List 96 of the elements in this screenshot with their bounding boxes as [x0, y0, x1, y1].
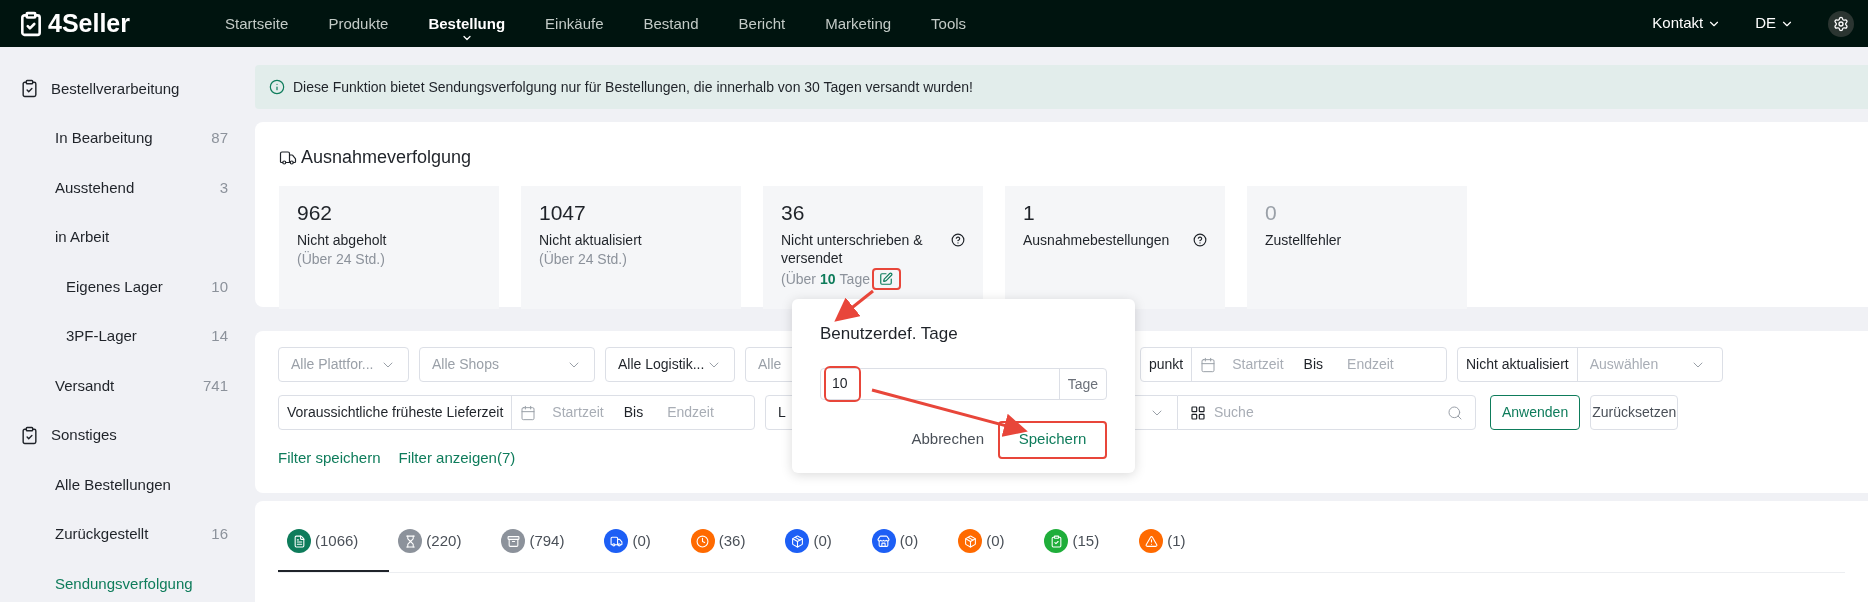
sidebar-group-title: Bestellverarbeitung	[51, 78, 180, 99]
nav-item[interactable]: Einkäufe	[545, 14, 604, 32]
status-tab[interactable]: (0)	[949, 527, 1036, 572]
save-button[interactable]: Speichern	[998, 420, 1107, 459]
days-field[interactable]: 10	[821, 365, 1059, 402]
annotation-arrow	[834, 289, 874, 322]
info-banner: Diese Funktion bietet Sendungsverfolgung nur für Bestellungen, die innerhalb von 30 Tagen versandt wurden!	[255, 65, 1868, 109]
nav-item[interactable]: Produkte	[328, 14, 389, 32]
status-tab[interactable]: (1066)	[278, 527, 390, 572]
stat-label: Ausnahmebestellungen	[1023, 231, 1170, 249]
settings-icon	[1833, 15, 1849, 32]
status-tab[interactable]: (220)	[389, 527, 493, 572]
unit-label: Tage	[1058, 368, 1106, 399]
nav-item[interactable]: Marketing	[825, 14, 892, 32]
status-tab[interactable]: (15)	[1035, 527, 1131, 572]
stat-value: 0	[1265, 200, 1278, 226]
end-placeholder: Endzeit	[1347, 355, 1394, 374]
sidebar-item[interactable]: Zurückgestellt 16	[0, 509, 255, 559]
field-label: Voraussichtliche früheste Lieferzeit	[279, 396, 513, 429]
day-count: 10	[820, 270, 836, 288]
reset-button[interactable]: Zurücksetzen	[1590, 395, 1679, 430]
stat-note: (Über	[781, 270, 816, 288]
stat-value: 962	[297, 200, 334, 226]
info-icon	[269, 79, 285, 95]
status-tab[interactable]: (794)	[492, 527, 596, 572]
popup-title: Benutzerdef. Tage	[820, 323, 959, 345]
item-count: 741	[202, 375, 228, 396]
field-label: Nicht aktualisiert	[1458, 348, 1578, 381]
item-count: 87	[211, 128, 228, 148]
edit-icon	[879, 272, 894, 286]
clipboard-icon	[20, 425, 39, 445]
sidebar-item[interactable]: 3PF-Lager 14	[0, 311, 255, 361]
stat-value: 1	[1023, 200, 1036, 226]
date-range-field[interactable]: punkt Startzeit Bis Endzeit	[1140, 347, 1447, 382]
stat-note: (Über 24 Std.)	[539, 250, 627, 268]
show-filter-link[interactable]: Filter anzeigen(7)	[398, 447, 516, 470]
sidebar-item[interactable]: Sendungsverfolgung	[0, 559, 255, 602]
stat-label: Nicht aktualisiert	[539, 231, 642, 249]
stat-value: 1047	[539, 200, 587, 226]
stat-card[interactable]: 36 Nicht unterschrieben & versendet (Über 10 Tage	[763, 186, 983, 309]
start-placeholder: Startzeit	[552, 403, 604, 422]
start-placeholder: Startzeit	[1232, 355, 1284, 374]
sidebar-item[interactable]: Versandt 741	[0, 361, 255, 411]
stat-card[interactable]: 0 Zustellfehler	[1247, 186, 1467, 309]
range-separator: Bis	[1303, 355, 1324, 374]
stat-card[interactable]: 1 Ausnahmebestellungen	[1005, 186, 1225, 309]
clipboard-icon	[20, 79, 39, 99]
apply-button[interactable]: Anwenden	[1490, 395, 1581, 430]
stat-label: Zustellfehler	[1265, 231, 1342, 249]
item-count: 16	[211, 524, 228, 544]
date-range-field[interactable]: Voraussichtliche früheste Lieferzeit Startzeit Bis Endzeit	[278, 395, 755, 430]
stat-card[interactable]: 1047 Nicht aktualisiert (Über 24 Std.)	[521, 186, 741, 309]
nav-item[interactable]: Bestand	[643, 14, 699, 32]
logo: 4Seller	[48, 7, 130, 39]
search-icon	[1447, 404, 1463, 421]
status-tab[interactable]: (0)	[776, 527, 863, 572]
nav-item[interactable]: Bestellung	[428, 14, 506, 32]
status-tab[interactable]: (1)	[1130, 527, 1217, 572]
range-separator: Bis	[623, 403, 644, 422]
language-menu[interactable]: DE	[1755, 12, 1794, 35]
select-field[interactable]: Nicht aktualisiert Auswählen	[1457, 347, 1723, 382]
stat-label: Nicht abgeholt	[297, 231, 387, 249]
nav-item[interactable]: Tools	[931, 14, 967, 32]
sidebar-item[interactable]: In Bearbeitung 87	[0, 113, 255, 163]
truck-icon	[279, 148, 297, 167]
save-filter-link[interactable]: Filter speichern	[278, 447, 381, 470]
stat-card[interactable]: 962 Nicht abgeholt (Über 24 Std.)	[279, 186, 499, 309]
day-unit: Tage	[839, 270, 870, 288]
item-count: 14	[211, 326, 228, 346]
grid-icon	[1190, 404, 1206, 421]
sidebar-group-title: Sonstiges	[51, 425, 117, 445]
nav-item[interactable]: Bericht	[738, 14, 786, 32]
sidebar-item[interactable]: Eigenes Lager 10	[0, 262, 255, 312]
logo-icon	[18, 10, 44, 37]
field-label: punkt	[1141, 348, 1193, 381]
sidebar-item[interactable]: Ausstehend 3	[0, 163, 255, 213]
section-title: Ausnahmeverfolgung	[301, 146, 472, 169]
select-field[interactable]: Alle Logistik...	[605, 347, 735, 382]
calendar-icon	[520, 404, 537, 421]
status-tab[interactable]: (0)	[595, 527, 682, 572]
stat-value: 36	[781, 200, 806, 226]
stat-label: Nicht unterschrieben & versendet	[781, 231, 924, 267]
sidebar-item[interactable]: in Arbeit	[0, 212, 255, 262]
status-tab[interactable]: (0)	[862, 527, 950, 572]
status-tab[interactable]: (36)	[681, 527, 777, 572]
stat-note: (Über 24 Std.)	[297, 250, 385, 268]
edit-button[interactable]	[871, 268, 901, 290]
sidebar-item[interactable]: Alle Bestellungen	[0, 460, 255, 510]
settings-button[interactable]	[1828, 10, 1854, 37]
nav-item[interactable]: Startseite	[225, 14, 289, 32]
contact-menu[interactable]: Kontakt	[1652, 12, 1722, 35]
end-placeholder: Endzeit	[667, 403, 714, 422]
cancel-button[interactable]: Abbrechen	[911, 428, 984, 451]
calendar-icon	[1200, 356, 1217, 373]
item-count: 3	[219, 177, 228, 198]
item-count: 10	[211, 276, 228, 297]
